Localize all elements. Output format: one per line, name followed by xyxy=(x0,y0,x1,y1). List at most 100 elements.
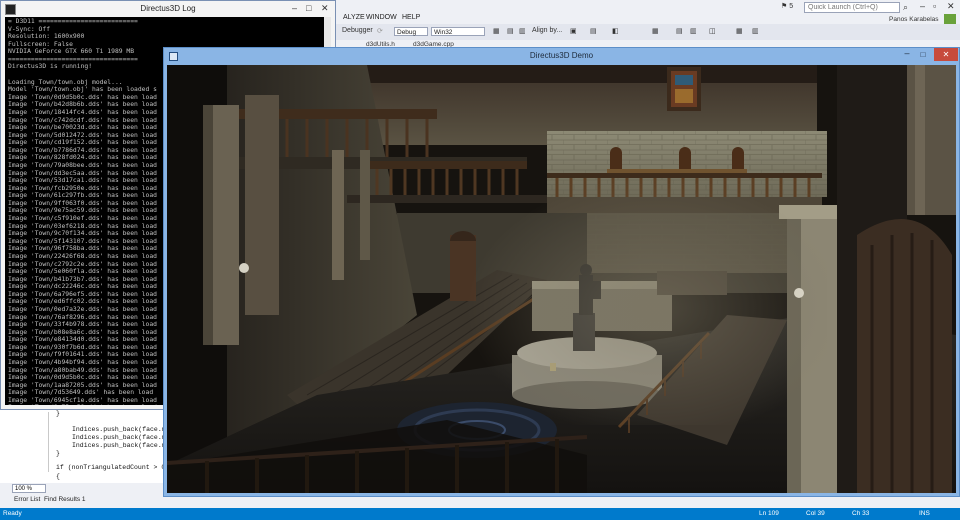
console-line: Image 'Town/9e75ac59.dds' has been load xyxy=(8,207,157,215)
console-line: Image 'Town/fcb2950e.dds' has been load xyxy=(8,184,157,192)
console-line: ================================== xyxy=(8,55,138,63)
code-line: } xyxy=(56,450,60,457)
console-line: Image 'Town/03ef6218.dds' has been load xyxy=(8,222,157,230)
tool-button[interactable]: ◧ xyxy=(612,27,619,35)
tool-button[interactable]: ▥ xyxy=(519,27,526,35)
rendered-scene xyxy=(167,65,956,493)
console-line: Image 'Town/33f4b978.dds' has been load xyxy=(8,321,157,329)
console-maximize-icon[interactable]: □ xyxy=(306,3,311,13)
console-log-lines: = D3D11 ========================== V-Sync… xyxy=(8,18,157,405)
demo-close-icon[interactable]: ✕ xyxy=(934,48,958,61)
vs-close-icon[interactable]: ✕ xyxy=(947,1,955,11)
configuration-select[interactable]: Debug xyxy=(394,27,428,36)
console-line: Image 'Town/7d53649.dds' has been load xyxy=(8,389,154,397)
code-editor[interactable]: } Indices.push_back(face.mInd Indices.pu… xyxy=(0,410,177,483)
console-line: Image 'Town/6945cf1e.dds' has been load xyxy=(8,396,157,404)
console-line: Image 'Town/cd19f152.dds' has been load xyxy=(8,139,157,147)
tool-button[interactable]: ▦ xyxy=(652,27,659,35)
console-line: Image 'Town/ed6ffc02.dds' has been load xyxy=(8,298,157,306)
console-line: Directus3D is running! xyxy=(8,63,93,71)
console-line: Image 'Town/c2792c2e.dds' has been load xyxy=(8,260,157,268)
code-line: Indices.push_back(face.mInd xyxy=(72,434,178,441)
avatar[interactable] xyxy=(944,14,956,24)
console-line: Model 'Town/town.obj' has been loaded s xyxy=(8,86,157,94)
vs-minimize-icon[interactable]: – xyxy=(920,1,925,11)
tool-button[interactable]: ▤ xyxy=(590,27,597,35)
demo-titlebar[interactable]: Directus3D Demo – □ ✕ xyxy=(164,48,959,64)
render-viewport[interactable] xyxy=(167,65,956,493)
demo-minimize-icon[interactable]: – xyxy=(900,48,914,61)
user-name[interactable]: Panos Karabelas xyxy=(889,16,939,23)
console-line: Image 'Town/f9f01641.dds' has been load xyxy=(8,351,157,359)
tool-button[interactable]: ▥ xyxy=(690,27,697,35)
console-line: Image 'Town/79a08bee.dds' has been load xyxy=(8,161,157,169)
console-line: Image 'Town/828fd024.dds' has been load xyxy=(8,154,157,162)
code-line: } xyxy=(56,410,60,417)
tool-button[interactable]: ▥ xyxy=(752,27,759,35)
console-line: Image 'Town/96f758ba.dds' has been load xyxy=(8,245,157,253)
console-minimize-icon[interactable]: – xyxy=(292,3,297,13)
editor-guide xyxy=(48,412,49,472)
tool-button[interactable]: ▤ xyxy=(507,27,514,35)
console-line: Image 'Town/9ff063f0.dds' has been load xyxy=(8,199,157,207)
console-line: Image 'Town/4b94bf94.dds' has been load xyxy=(8,359,157,367)
code-line: if (nonTriangulatedCount > 0) xyxy=(56,464,170,471)
tab-error-list[interactable]: Error List xyxy=(14,496,40,503)
console-line: Image 'Town/18414fc4.dds' has been load xyxy=(8,108,157,116)
console-line: Image 'Town/b42d8b6b.dds' has been load xyxy=(8,101,157,109)
tool-button[interactable]: ▦ xyxy=(493,27,500,35)
menu-help[interactable]: HELP xyxy=(402,14,420,21)
console-line: Image 'Town/61c297fb.dds' has been load xyxy=(8,192,157,200)
code-line: { xyxy=(56,473,60,480)
console-line: Image 'Town/22426f68.dds' has been load xyxy=(8,252,157,260)
refresh-icon[interactable]: ⟳ xyxy=(377,27,383,35)
console-line: Image 'Town/b7786d74.dds' has been load xyxy=(8,146,157,154)
console-titlebar[interactable]: Directus3D Log – □ ✕ xyxy=(1,1,335,17)
align-by-button[interactable]: Align by... xyxy=(532,27,562,34)
console-line: Fullscreen: False xyxy=(8,40,73,48)
menu-analyze[interactable]: ALYZE xyxy=(343,14,365,21)
zoom-select[interactable]: 100 % xyxy=(12,484,46,493)
console-line: Image 'Town/1aa87205.dds' has been load xyxy=(8,381,157,389)
console-line: Image 'Town/b08e8a6c.dds' has been load xyxy=(8,328,157,336)
console-line: Image 'Town/5e060fla.dds' has been load xyxy=(8,268,157,276)
console-close-icon[interactable]: ✕ xyxy=(321,3,329,13)
status-column: Col 39 xyxy=(806,510,825,517)
tab-find-results[interactable]: Find Results 1 xyxy=(44,496,86,503)
notification-flag-icon[interactable]: ⚑ 5 xyxy=(781,2,793,10)
console-line: Image 'Town/c742dcdf.dds' has been load xyxy=(8,116,157,124)
quick-launch-input[interactable] xyxy=(804,2,900,13)
console-line: Image 'Town/9e75ac59.dds' has been load xyxy=(8,404,157,405)
console-line: = D3D11 ========================== xyxy=(8,18,138,25)
status-line: Ln 109 xyxy=(759,510,779,517)
console-line: Resolution: 1600x900 xyxy=(8,33,85,41)
console-line: Image 'Town/be70023d.dds' has been load xyxy=(8,124,157,132)
console-line: Image 'Town/dd3ec5aa.dds' has been load xyxy=(8,169,157,177)
console-line: Image 'Town/53d17ca1.dds' has been load xyxy=(8,177,157,185)
status-insert-mode: INS xyxy=(919,510,930,517)
platform-select[interactable]: Win32 xyxy=(431,27,485,36)
console-line: Image 'Town/9c70f134.dds' has been load xyxy=(8,230,157,238)
debugger-button[interactable]: Debugger xyxy=(342,27,373,34)
demo-window[interactable]: Directus3D Demo – □ ✕ xyxy=(163,47,960,497)
console-line: Image 'Town/c5f910ef.dds' has been load xyxy=(8,215,157,223)
console-title: Directus3D Log xyxy=(140,4,196,13)
console-line: Image 'Town/dc22246c.dds' has been load xyxy=(8,283,157,291)
console-line: Image 'Town/6a796ef5.dds' has been load xyxy=(8,290,157,298)
tool-button[interactable]: ◫ xyxy=(709,27,716,35)
console-line: Image 'Town/0ed7a32e.dds' has been load xyxy=(8,305,157,313)
console-line: Image 'Town/e84134d0.dds' has been load xyxy=(8,336,157,344)
tool-button[interactable]: ▣ xyxy=(570,27,577,35)
tool-button[interactable]: ▦ xyxy=(736,27,743,35)
tool-button[interactable]: ▤ xyxy=(676,27,683,35)
status-char: Ch 33 xyxy=(852,510,870,517)
demo-maximize-icon[interactable]: □ xyxy=(916,48,930,61)
output-panel-tabs: Error List Find Results 1 xyxy=(0,494,165,506)
console-line: Image 'Town/5f143107.dds' has been load xyxy=(8,237,157,245)
menu-window[interactable]: WINDOW xyxy=(366,14,397,21)
search-icon[interactable]: ⌕ xyxy=(903,2,913,12)
console-line: Image 'Town/b41b73b7.dds' has been load xyxy=(8,275,157,283)
status-ready: Ready xyxy=(3,510,22,517)
vs-maximize-icon[interactable]: ▫ xyxy=(933,1,936,11)
